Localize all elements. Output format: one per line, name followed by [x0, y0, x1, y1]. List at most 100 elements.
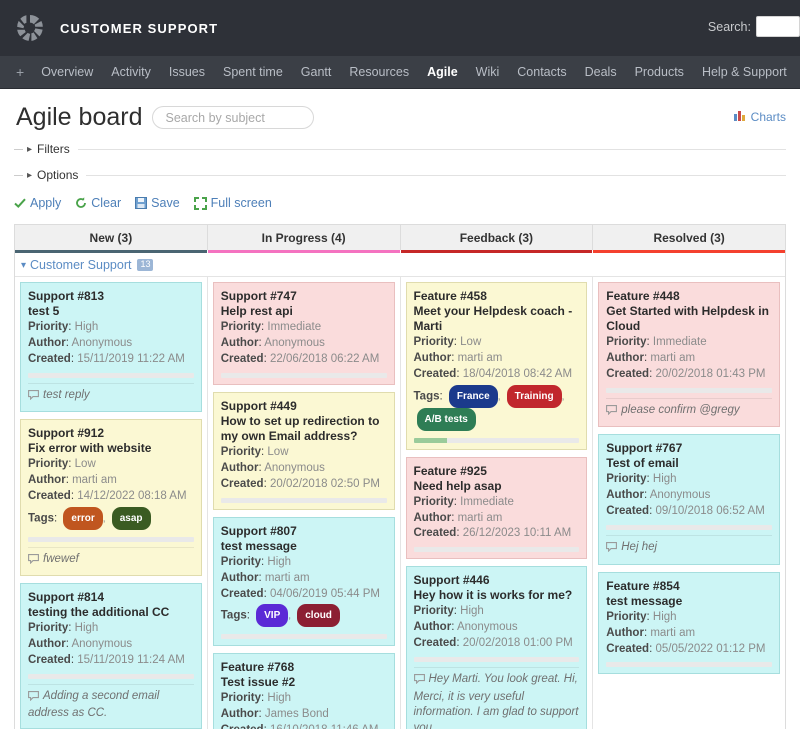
comment-bubble-icon: [28, 690, 39, 704]
issue-card-id: Feature #854: [606, 578, 680, 593]
board-column-resolved: Feature #448 Get Started with Helpdesk in…: [593, 277, 785, 729]
nav-item-deals[interactable]: Deals: [576, 65, 626, 79]
issue-card[interactable]: Support #814 testing the additional CC Pri…: [20, 583, 202, 729]
issue-card-id: Support #767: [606, 441, 683, 456]
brand-title: CUSTOMER SUPPORT: [60, 20, 219, 36]
tag-chip[interactable]: France: [448, 384, 498, 408]
nav-item-overview[interactable]: Overview: [32, 65, 102, 79]
issue-card[interactable]: Feature #448 Get Started with Helpdesk in…: [598, 282, 780, 428]
issue-card-created: Created: 20/02/2018 02:50 PM: [220, 477, 380, 490]
expand-icon: [193, 196, 207, 210]
issue-card-id: Feature #925: [413, 463, 487, 478]
issue-card-priority: Priority: High: [220, 691, 292, 704]
issue-card-subject: How to set up redirection to my own Emai…: [220, 413, 380, 443]
issue-card[interactable]: Support #813 test 5 Priority: High Author: …: [20, 282, 202, 413]
issue-card-author: Author: James Bond: [220, 707, 329, 720]
nav-item-help-support[interactable]: Help & Support: [693, 65, 796, 79]
nav-item-contacts[interactable]: Contacts: [508, 65, 575, 79]
tag-chip[interactable]: Training: [506, 384, 562, 408]
issue-card[interactable]: Feature #925 Need help asap Priority: Imme…: [405, 456, 588, 560]
tag-chip[interactable]: asap: [111, 507, 151, 531]
issue-card-author: Author: marti am: [28, 474, 117, 487]
issue-card[interactable]: Support #747 Help rest api Priority: Immed…: [212, 282, 395, 385]
issue-card-priority: Priority: Immediate: [220, 321, 322, 333]
issue-card-spacer: [414, 443, 580, 449]
full-screen-button[interactable]: Full screen: [193, 196, 272, 210]
clear-label: Clear: [91, 196, 122, 210]
issue-card-id: Support #912: [28, 426, 105, 441]
issue-card-subject: Hey how it is works for me?: [413, 588, 573, 603]
issue-card-comment: Hej hej: [606, 535, 772, 564]
tag-chip[interactable]: VIP: [256, 604, 289, 628]
board-actions: Apply Clear Save Full screen: [14, 196, 786, 210]
issue-card-spacer: [414, 552, 580, 558]
apply-label: Apply: [30, 196, 62, 210]
column-header-in-progress-label: In Progress (4): [261, 231, 346, 245]
issue-card[interactable]: Support #449 How to set up redirection to…: [212, 391, 395, 510]
issue-card-author: Author: Anonymous: [28, 336, 133, 349]
issue-card-priority: Priority: High: [220, 555, 292, 568]
issue-card-subject: Meet your Helpdesk coach - Marti: [413, 304, 573, 333]
issue-card[interactable]: Support #446 Hey how it is works for me? P…: [405, 566, 588, 729]
nav-add-button[interactable]: +: [0, 64, 32, 80]
nav-item-products[interactable]: Products: [626, 65, 693, 79]
issue-card[interactable]: Feature #458 Meet your Helpdesk coach - M…: [405, 282, 588, 450]
column-header-resolved[interactable]: Resolved (3): [593, 225, 785, 253]
column-header-feedback[interactable]: Feedback (3): [400, 225, 594, 253]
issue-card[interactable]: Support #912 Fix error with website Priori…: [20, 419, 202, 577]
column-header-in-progress[interactable]: In Progress (4): [207, 225, 401, 253]
issue-card-id: Feature #448: [606, 289, 680, 303]
issue-card-priority: Priority: High: [28, 321, 99, 333]
swimlane-count-badge: 13: [137, 259, 154, 271]
filters-toggle[interactable]: ▸ Filters: [14, 142, 786, 156]
issue-card[interactable]: Support #807 test message Priority: High Au…: [212, 516, 395, 646]
clear-button[interactable]: Clear: [75, 196, 121, 210]
options-toggle[interactable]: ▸ Options: [14, 168, 786, 182]
nav-item-settings[interactable]: Settings: [796, 65, 800, 79]
issue-card-subject: test message: [220, 538, 297, 553]
issue-card-progress: [606, 387, 772, 393]
issue-card-priority: Priority: High: [606, 610, 677, 623]
tag-chip[interactable]: A/B tests: [416, 408, 476, 432]
issue-card-subject: Test of email: [606, 456, 679, 471]
nav-item-wiki[interactable]: Wiki: [467, 65, 509, 79]
comment-bubble-icon: [413, 674, 425, 687]
tag-chip[interactable]: cloud: [297, 604, 340, 628]
apply-button[interactable]: Apply: [14, 196, 61, 210]
issue-card-author: Author: marti am: [413, 351, 503, 364]
main-navigation: + Overview Activity Issues Spent time Ga…: [0, 56, 800, 89]
options-dash: [14, 174, 23, 176]
issue-card-author: Author: Anonymous: [220, 461, 325, 474]
nav-item-spent-time[interactable]: Spent time: [214, 65, 292, 79]
nav-item-gantt[interactable]: Gantt: [292, 65, 341, 79]
issue-card-progress: [28, 372, 194, 378]
issue-card-comment: fwewef: [28, 546, 194, 576]
charts-link[interactable]: Charts: [733, 109, 786, 124]
board-column-new: Support #813 test 5 Priority: High Author: …: [15, 277, 208, 729]
nav-item-agile[interactable]: Agile: [418, 65, 467, 79]
nav-item-resources[interactable]: Resources: [340, 65, 418, 79]
issue-card[interactable]: Feature #854 test message Priority: High Au…: [598, 571, 780, 675]
tag-chip[interactable]: error: [63, 507, 103, 531]
save-button[interactable]: Save: [135, 196, 180, 210]
charts-label: Charts: [750, 109, 786, 124]
issue-card[interactable]: Support #767 Test of email Priority: High A…: [598, 434, 780, 565]
issue-card-author: Author: marti am: [413, 511, 503, 524]
swimlane-header[interactable]: ▾ Customer Support 13: [15, 250, 785, 277]
column-header-new[interactable]: New (3): [15, 225, 208, 253]
global-search[interactable]: Search:: [708, 16, 800, 37]
nav-item-issues[interactable]: Issues: [160, 65, 214, 79]
issue-card-tags: Tags: VIP, cloud: [221, 604, 387, 628]
nav-item-activity[interactable]: Activity: [102, 65, 160, 79]
issue-card-priority: Priority: Immediate: [413, 495, 514, 508]
search-input[interactable]: [152, 106, 315, 129]
swimlane-name[interactable]: Customer Support: [30, 258, 131, 272]
chevron-down-icon: ▾: [21, 259, 27, 271]
pinwheel-logo-icon: [14, 12, 46, 44]
issue-card-spacer: [221, 378, 387, 384]
issue-card-id: Support #807: [220, 523, 297, 538]
global-search-input[interactable]: [756, 16, 800, 37]
issue-card-subject: Need help asap: [413, 478, 502, 493]
issue-card[interactable]: Feature #768 Test issue #2 Priority: High A…: [212, 652, 395, 729]
floppy-disk-icon: [135, 197, 148, 209]
